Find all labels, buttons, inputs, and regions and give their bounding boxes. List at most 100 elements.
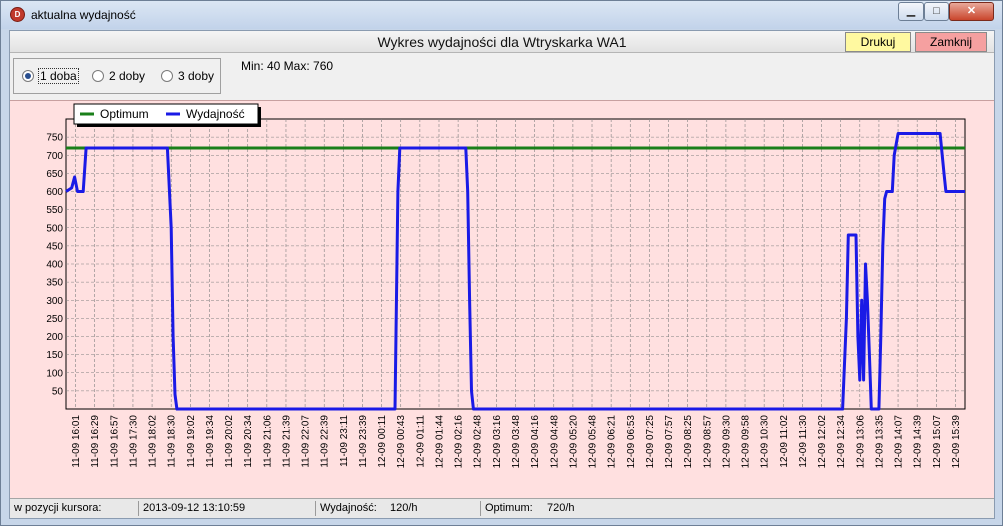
chart-panel[interactable]: 50 100 150 200 250 300 350 400 450 500 550 600 650 70…: [10, 100, 994, 498]
minimize-button[interactable]: ▁: [898, 2, 924, 21]
x-tick-label: 12-09 04:16: [530, 415, 541, 469]
x-tick-label: 12-09 09:58: [741, 415, 752, 469]
y-tick-label: 250: [46, 314, 63, 325]
x-tick-label: 12-09 15:39: [951, 415, 962, 469]
radio-label: 3 doby: [178, 69, 215, 83]
y-tick-label: 200: [46, 332, 63, 343]
y-tick-label: 350: [46, 278, 63, 289]
min-max-info: Min: 40 Max: 760: [241, 59, 334, 73]
x-tick-label: 12-09 00:43: [396, 415, 407, 469]
legend-label: Optimum: [100, 107, 149, 121]
status-bar: w pozycji kursora: 2013-09-12 13:10:59 W…: [10, 498, 994, 518]
legend-label: Wydajność: [186, 107, 245, 121]
status-optimum-label: Optimum:: [485, 502, 533, 514]
x-tick-label: 11-09 20:02: [224, 415, 235, 468]
x-tick-label: 12-09 02:16: [454, 415, 465, 469]
radio-label: 1 doba: [38, 68, 79, 84]
radio-dot: [161, 70, 173, 82]
x-tick-label: 12-09 12:34: [836, 415, 847, 469]
x-tick-label: 12-09 10:30: [760, 415, 771, 469]
status-separator: [480, 501, 481, 516]
legend: Optimum Wydajność: [73, 103, 261, 127]
range-selector: 1 doba 2 doby 3 doby: [13, 58, 221, 94]
window-title: aktualna wydajność: [31, 8, 136, 22]
x-tick-label: 11-09 23:11: [339, 415, 350, 467]
y-tick-label: 650: [46, 169, 63, 180]
x-tick-label: 12-09 13:06: [855, 415, 866, 469]
x-tick-label: 11-09 23:39: [358, 415, 369, 468]
x-tick-label: 11-09 16:01: [71, 415, 82, 468]
status-cursor-label: w pozycji kursora:: [14, 502, 102, 514]
yield-chart[interactable]: 50 100 150 200 250 300 350 400 450 500 550 600 650 70…: [10, 101, 994, 499]
status-yield-value: 120/h: [390, 502, 418, 514]
radio-2-days[interactable]: 2 doby: [92, 69, 145, 83]
x-tick-label: 12-09 00:11: [377, 415, 388, 468]
x-tick-label: 12-09 07:25: [645, 415, 656, 469]
x-tick-label: 12-09 03:48: [511, 415, 522, 469]
x-tick-label: 12-09 14:39: [913, 415, 924, 469]
radio-1-day[interactable]: 1 doba: [22, 68, 79, 84]
x-tick-label: 11-09 19:34: [205, 415, 216, 468]
x-tick-label: 12-09 09:30: [721, 415, 732, 469]
y-tick-label: 500: [46, 223, 63, 234]
client-area: Wykres wydajności dla Wtryskarka WA1 Dru…: [9, 30, 995, 519]
x-tick-label: 12-09 04:48: [549, 415, 560, 469]
status-timestamp: 2013-09-12 13:10:59: [143, 502, 246, 514]
status-yield-label: Wydajność:: [320, 502, 377, 514]
x-tick-label: 12-09 05:48: [588, 415, 599, 469]
title-bar[interactable]: D aktualna wydajność ▁ □ ✕: [1, 1, 1002, 29]
x-tick-label: 12-09 14:07: [894, 415, 905, 469]
x-tick-label: 12-09 02:48: [473, 415, 484, 469]
app-logo-icon: D: [10, 7, 25, 22]
x-tick-label: 12-09 01:44: [434, 415, 445, 469]
status-separator: [138, 501, 139, 516]
minimize-icon: ▁: [906, 5, 916, 17]
close-icon: ✕: [966, 5, 977, 17]
x-tick-label: 11-09 19:02: [186, 415, 197, 468]
x-tick-label: 11-09 16:57: [109, 415, 120, 468]
status-separator: [315, 501, 316, 516]
x-tick-label: 12-09 03:16: [492, 415, 503, 469]
y-tick-label: 450: [46, 241, 63, 252]
x-tick-label: 11-09 22:07: [301, 415, 312, 468]
x-tick-label: 12-09 11:30: [798, 415, 809, 468]
x-tick-label: 11-09 20:34: [243, 415, 254, 468]
x-tick-label: 12-09 01:11: [415, 415, 426, 468]
x-tick-label: 12-09 05:20: [568, 415, 579, 469]
x-tick-label: 12-09 11:02: [779, 415, 790, 468]
window: D aktualna wydajność ▁ □ ✕ Wykres wydajn…: [0, 0, 1003, 526]
chart-header: Wykres wydajności dla Wtryskarka WA1 Dru…: [10, 31, 994, 53]
x-tick-label: 12-09 15:07: [932, 415, 943, 469]
x-tick-label: 12-09 06:21: [607, 415, 618, 469]
radio-label: 2 doby: [109, 69, 146, 83]
x-tick-label: 11-09 18:30: [167, 415, 178, 468]
print-button[interactable]: Drukuj: [845, 32, 911, 52]
x-tick-label: 11-09 18:02: [148, 415, 159, 468]
close-window-button[interactable]: ✕: [949, 2, 994, 21]
close-button[interactable]: Zamknij: [915, 32, 987, 52]
y-tick-label: 300: [46, 296, 63, 307]
x-tick-label: 11-09 21:39: [281, 415, 292, 468]
x-tick-label: 12-09 08:25: [683, 415, 694, 469]
x-tick-label: 12-09 08:57: [702, 415, 713, 469]
x-tick-label: 11-09 17:30: [128, 415, 139, 468]
y-tick-label: 100: [46, 368, 63, 379]
x-tick-label: 12-09 12:02: [817, 415, 828, 469]
maximize-button[interactable]: □: [924, 2, 949, 21]
y-tick-label: 150: [46, 350, 63, 361]
x-tick-label: 11-09 22:39: [320, 415, 331, 468]
x-tick-label: 12-09 07:57: [664, 415, 675, 469]
y-tick-label: 600: [46, 187, 63, 198]
x-tick-label: 12-09 13:35: [874, 415, 885, 469]
y-tick-label: 550: [46, 205, 63, 216]
radio-dot: [92, 70, 104, 82]
radio-dot: [22, 70, 34, 82]
radio-3-days[interactable]: 3 doby: [161, 69, 214, 83]
y-tick-label: 750: [46, 133, 63, 144]
status-optimum-value: 720/h: [547, 502, 575, 514]
maximize-icon: □: [933, 5, 940, 17]
y-tick-label: 50: [52, 386, 64, 397]
x-tick-label: 11-09 16:29: [90, 415, 101, 468]
x-tick-label: 11-09 21:06: [262, 415, 273, 468]
y-tick-label: 700: [46, 151, 63, 162]
